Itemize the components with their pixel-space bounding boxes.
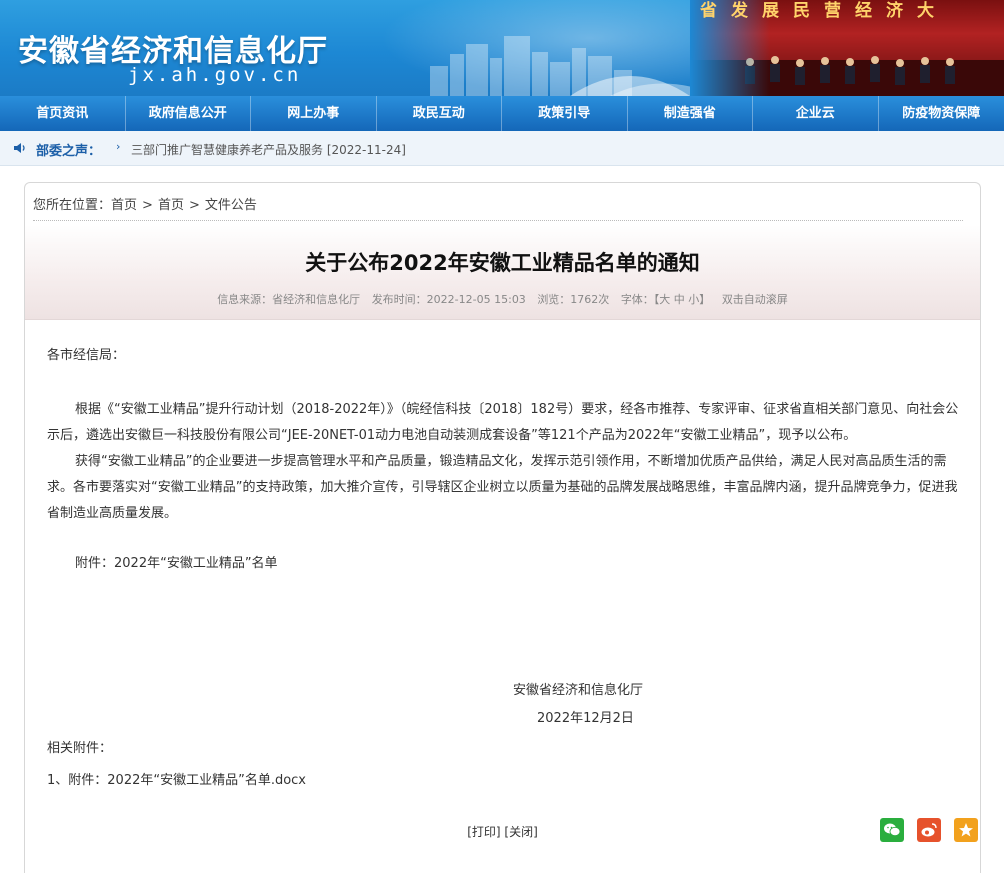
breadcrumb-prefix: 您所在位置： [33, 198, 111, 213]
wechat-icon [883, 822, 901, 838]
breadcrumb-announcements[interactable]: 文件公告 [205, 198, 257, 213]
article-body: 各市经信局： 根据《“安徽工业精品”提升行动计划（2018-2022年）》（皖经… [47, 343, 962, 577]
spacer [47, 527, 962, 551]
footer-links: [打印] [关闭] [25, 823, 980, 840]
paragraph-2: 获得“安徽工业精品”的企业要进一步提高管理水平和产品质量，锻造精品文化，发挥示范… [47, 449, 962, 527]
attachment-note: 附件：2022年“安徽工业精品”名单 [47, 551, 962, 577]
weibo-icon [920, 822, 938, 838]
star-icon [958, 822, 974, 838]
main-nav: 首页资讯 政府信息公开 网上办事 政民互动 政策引导 制造强省 企业云 防疫物资… [0, 96, 1004, 131]
nav-item-online-services[interactable]: 网上办事 [251, 96, 377, 131]
close-link[interactable]: [关闭] [504, 825, 537, 839]
nav-item-gov-info[interactable]: 政府信息公开 [126, 96, 252, 131]
share-weibo-button[interactable] [917, 818, 941, 842]
breadcrumb-separator: > [189, 198, 200, 213]
salutation: 各市经信局： [47, 343, 962, 369]
print-link[interactable]: [打印] [467, 825, 500, 839]
breadcrumb-home-1[interactable]: 首页 [111, 198, 137, 213]
breadcrumb: 您所在位置：首页>首页>文件公告 [33, 194, 257, 213]
notice-arrow-icon: › [116, 140, 120, 153]
meta-views: 浏览：1762次 [537, 293, 609, 306]
meta-published: 发布时间：2022-12-05 15:03 [372, 293, 526, 306]
meta-font-size[interactable]: 字体：【大 中 小】 [621, 293, 711, 306]
breadcrumb-home-2[interactable]: 首页 [158, 198, 184, 213]
notice-label: 部委之声： [36, 140, 101, 159]
breadcrumb-divider [33, 220, 963, 221]
meta-source: 信息来源：省经济和信息化厅 [217, 293, 360, 306]
related-label: 相关附件： [47, 737, 112, 756]
meta-autoscroll: 双击自动滚屏 [722, 293, 788, 306]
share-wechat-button[interactable] [880, 818, 904, 842]
breadcrumb-separator: > [142, 198, 153, 213]
paragraph-1: 根据《“安徽工业精品”提升行动计划（2018-2022年）》（皖经信科技〔201… [47, 397, 962, 449]
nav-item-manufacturing[interactable]: 制造强省 [628, 96, 754, 131]
nav-item-epidemic-supplies[interactable]: 防疫物资保障 [879, 96, 1004, 131]
signature-date: 2022年12月2日 [537, 707, 634, 726]
share-favorite-button[interactable] [954, 818, 978, 842]
nav-item-enterprise-cloud[interactable]: 企业云 [753, 96, 879, 131]
speaker-icon [13, 141, 27, 155]
spacer [47, 369, 962, 395]
related-file-link[interactable]: 1、附件：2022年“安徽工业精品”名单.docx [47, 769, 306, 788]
nav-item-interaction[interactable]: 政民互动 [377, 96, 503, 131]
article-title: 关于公布2022年安徽工业精品名单的通知 [25, 247, 980, 277]
article-container: 您所在位置：首页>首页>文件公告 关于公布2022年安徽工业精品名单的通知 信息… [24, 182, 981, 873]
site-domain: jx.ah.gov.cn [128, 64, 301, 86]
nav-item-policy[interactable]: 政策引导 [502, 96, 628, 131]
notice-bar: 部委之声： › 三部门推广智慧健康养老产品及服务 [2022-11-24] [0, 131, 1004, 166]
notice-link[interactable]: 三部门推广智慧健康养老产品及服务 [2022-11-24] [131, 141, 406, 158]
site-banner: 省发展民营经济大 安徽省经济和信息化厅 jx.ah.gov.cn [0, 0, 1004, 96]
banner-slogan: 省发展民营经济大 [700, 0, 1004, 18]
signature-org: 安徽省经济和信息化厅 [513, 679, 643, 698]
city-skyline-image [430, 26, 730, 96]
nav-item-home-news[interactable]: 首页资讯 [0, 96, 126, 131]
article-meta: 信息来源：省经济和信息化厅 发布时间：2022-12-05 15:03 浏览：1… [25, 291, 980, 307]
